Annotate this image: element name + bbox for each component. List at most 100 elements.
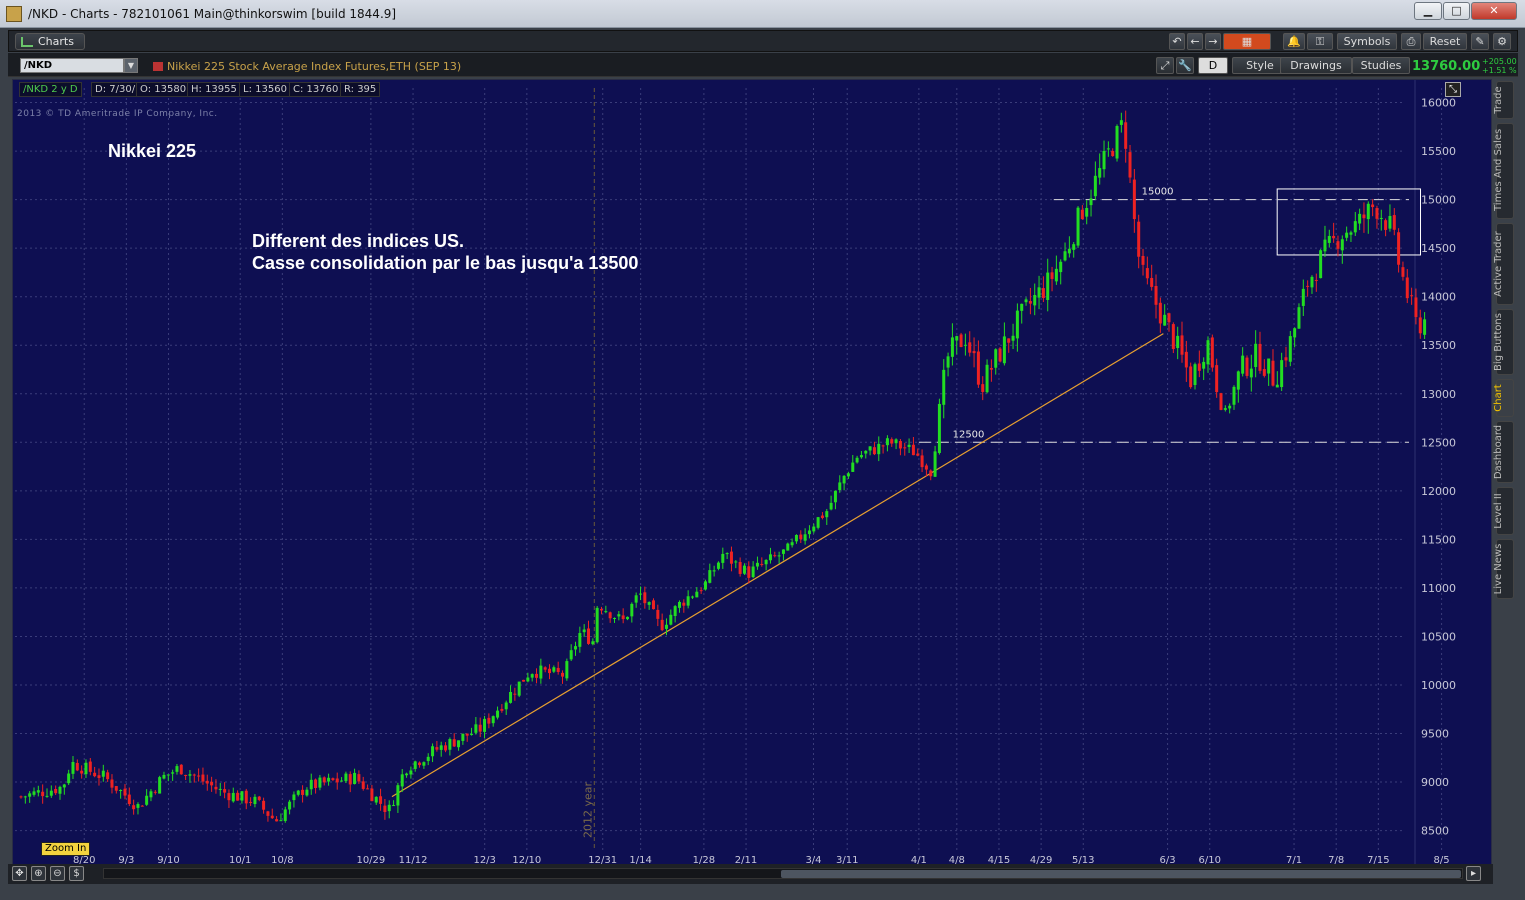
undo-icon[interactable]: ↶: [1169, 33, 1185, 50]
candle-body: [1258, 343, 1262, 371]
candle-body: [1193, 364, 1197, 386]
candle-body: [1115, 126, 1119, 159]
main-toolbar: Charts ↶ ← → ▦ 🔔 ⚿ Symbols ⎙ Reset ✎ ⚙: [8, 30, 1518, 52]
side-tab-active-trader[interactable]: Active Trader: [1493, 223, 1514, 305]
side-tab-live-news[interactable]: Live News: [1493, 539, 1514, 599]
bell-icon[interactable]: 🔔: [1283, 33, 1305, 50]
forward-arrow-icon[interactable]: →: [1205, 33, 1221, 50]
candle-body: [353, 772, 357, 785]
candle-body: [1176, 335, 1180, 349]
candle-body: [677, 601, 681, 608]
close-button[interactable]: ✕: [1471, 2, 1517, 20]
y-tick-label: 11500: [1421, 533, 1456, 546]
candle-body: [1002, 336, 1006, 364]
candle-body: [647, 602, 651, 605]
candle-body: [1228, 405, 1232, 409]
zoom-out-icon[interactable]: ⊖: [50, 866, 65, 881]
maximize-button[interactable]: □: [1443, 2, 1470, 20]
candle-body: [270, 815, 274, 819]
period-button[interactable]: D: [1198, 57, 1228, 74]
chart-area[interactable]: 8500 9000 9500 10000 10500 11000 11500 12000 125…: [12, 79, 1493, 884]
back-arrow-icon[interactable]: ←: [1187, 33, 1203, 50]
candle-body: [296, 790, 300, 795]
candle-body: [344, 773, 348, 782]
info-low: L: 13560: [239, 82, 291, 97]
candle-body: [357, 774, 361, 782]
candle-body: [474, 724, 478, 733]
candle-body: [981, 384, 985, 392]
candle-body: [487, 717, 491, 724]
drawings-button[interactable]: Drawings: [1280, 57, 1352, 74]
candle-body: [617, 614, 621, 617]
dollar-icon[interactable]: $: [69, 866, 84, 881]
candle-body: [825, 511, 829, 518]
candle-body: [1011, 335, 1015, 341]
candle-body: [755, 562, 759, 567]
candle-body: [162, 774, 166, 779]
candle-body: [62, 784, 66, 788]
candle-body: [517, 681, 521, 696]
title-bar: /NKD - Charts - 782101061 Main@thinkorsw…: [0, 0, 1525, 28]
candle-body: [153, 791, 157, 793]
print-icon[interactable]: ⎙: [1401, 33, 1421, 50]
candle-body: [119, 790, 123, 792]
pan-icon[interactable]: ✥: [12, 866, 27, 881]
price-chart[interactable]: 8500 9000 9500 10000 10500 11000 11500 12000 125…: [13, 80, 1493, 884]
candle-body: [1332, 235, 1336, 239]
candle-body: [530, 674, 534, 678]
y-tick-label: 10500: [1421, 630, 1456, 643]
studies-button[interactable]: Studies: [1352, 57, 1410, 74]
reset-button[interactable]: Reset: [1423, 33, 1467, 50]
side-tab-trade[interactable]: Trade: [1493, 81, 1514, 119]
symbol-input[interactable]: /NKD: [20, 58, 124, 73]
candle-body: [613, 618, 617, 620]
symbols-button[interactable]: Symbols: [1337, 33, 1397, 50]
candle-body: [461, 733, 465, 741]
candle-body: [236, 792, 240, 801]
layout-grid-icon[interactable]: ▦: [1223, 33, 1271, 50]
side-tab-times-and-sales[interactable]: Times And Sales: [1493, 123, 1514, 219]
zoom-in-icon[interactable]: ⊕: [31, 866, 46, 881]
candle-body: [1297, 307, 1301, 329]
candle-body: [1145, 268, 1149, 279]
drawing-tools-icon[interactable]: ⤢: [1156, 57, 1174, 74]
candle-body: [457, 740, 461, 748]
candle-body: [924, 465, 928, 470]
key-icon[interactable]: ⚿: [1307, 33, 1333, 50]
symbol-dropdown-icon[interactable]: ▼: [124, 58, 138, 73]
charts-tab[interactable]: Charts: [15, 33, 85, 50]
charts-tab-label: Charts: [38, 35, 74, 48]
candle-body: [1106, 148, 1110, 150]
candle-body: [374, 796, 378, 803]
candle-body: [591, 641, 595, 645]
candle-body: [1163, 314, 1167, 326]
candle-body: [509, 691, 513, 703]
settings-icon[interactable]: ⚙: [1493, 33, 1511, 50]
candle-body: [1050, 272, 1054, 279]
candle-body: [478, 724, 482, 732]
candle-body: [885, 438, 889, 446]
candle-body: [1245, 357, 1249, 376]
candle-body: [1154, 286, 1158, 305]
pin-icon[interactable]: ✎: [1471, 33, 1489, 50]
candle-body: [669, 614, 673, 625]
candle-body: [1366, 203, 1370, 220]
horizontal-scrollbar[interactable]: [103, 868, 1463, 879]
candle-body: [1414, 297, 1418, 318]
minimize-button[interactable]: ▁: [1414, 2, 1442, 20]
candle-body: [1080, 209, 1084, 219]
candle-body: [1314, 279, 1318, 281]
candle-body: [1085, 207, 1089, 217]
expand-icon[interactable]: ⤡: [1445, 82, 1461, 97]
wrench-icon[interactable]: 🔧: [1176, 57, 1194, 74]
scrollbar-thumb[interactable]: [781, 870, 1461, 878]
side-tab-level-ii[interactable]: Level II: [1493, 487, 1514, 535]
candle-body: [322, 777, 326, 783]
candle-body: [1189, 366, 1193, 388]
candle-body: [140, 805, 144, 807]
candle-body: [244, 790, 248, 804]
y-tick-label: 8500: [1421, 825, 1449, 838]
scroll-right-icon[interactable]: ▸: [1466, 866, 1481, 881]
symbol-description: Nikkei 225 Stock Average Index Futures,E…: [153, 60, 461, 73]
candle-body: [331, 778, 335, 780]
